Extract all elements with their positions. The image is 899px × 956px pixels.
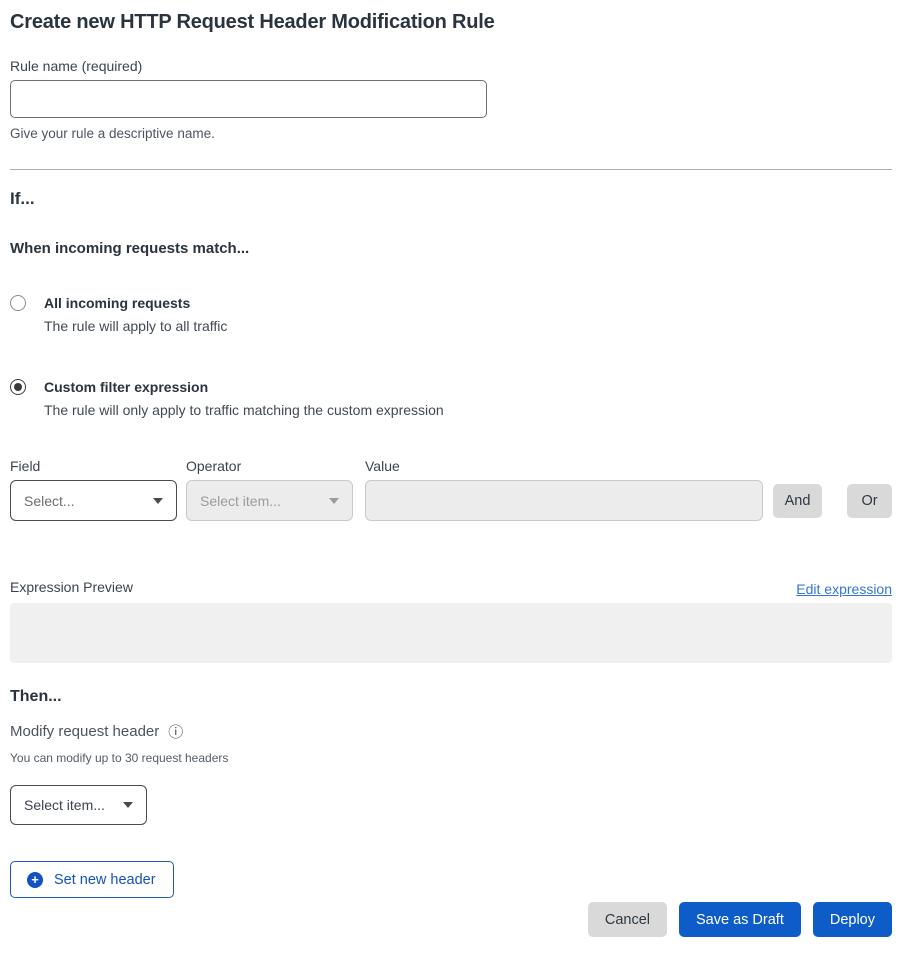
chevron-down-icon bbox=[153, 498, 163, 504]
expression-builder-row: Select... Select item... And Or bbox=[10, 480, 892, 521]
modify-header-help: You can modify up to 30 request headers bbox=[10, 751, 892, 766]
match-subheading: When incoming requests match... bbox=[10, 238, 892, 260]
chevron-down-icon bbox=[123, 802, 133, 808]
radio-button-icon[interactable] bbox=[10, 295, 26, 311]
set-new-header-button[interactable]: + Set new header bbox=[10, 861, 174, 898]
info-icon[interactable]: ⓘ bbox=[168, 725, 183, 740]
operator-select[interactable]: Select item... bbox=[186, 480, 353, 521]
form-footer: Cancel Save as Draft Deploy bbox=[10, 902, 892, 937]
header-item-select-value: Select item... bbox=[24, 797, 105, 813]
edit-expression-link[interactable]: Edit expression bbox=[796, 581, 892, 597]
radio-button-icon[interactable] bbox=[10, 379, 26, 395]
plus-circle-icon: + bbox=[27, 872, 43, 888]
option-label: Custom filter expression bbox=[44, 376, 444, 398]
or-button[interactable]: Or bbox=[847, 484, 892, 518]
option-label: All incoming requests bbox=[44, 292, 227, 314]
and-button[interactable]: And bbox=[773, 484, 822, 518]
section-divider bbox=[10, 169, 892, 170]
operator-label: Operator bbox=[186, 456, 365, 476]
operator-select-value: Select item... bbox=[200, 493, 281, 509]
value-label: Value bbox=[365, 456, 892, 476]
rule-name-input[interactable] bbox=[10, 80, 487, 118]
rule-name-label: Rule name (required) bbox=[10, 56, 892, 76]
deploy-button[interactable]: Deploy bbox=[813, 902, 892, 937]
field-label: Field bbox=[10, 456, 186, 476]
create-rule-form: Create new HTTP Request Header Modificat… bbox=[0, 0, 899, 937]
option-text: All incoming requests The rule will appl… bbox=[44, 292, 227, 338]
then-section-heading: Then... bbox=[10, 685, 892, 709]
header-item-select[interactable]: Select item... bbox=[10, 785, 147, 825]
modify-header-row: Modify request header ⓘ bbox=[10, 721, 892, 743]
option-all-incoming-requests[interactable]: All incoming requests The rule will appl… bbox=[10, 292, 892, 338]
save-as-draft-button[interactable]: Save as Draft bbox=[679, 902, 801, 937]
option-custom-filter-expression[interactable]: Custom filter expression The rule will o… bbox=[10, 376, 892, 422]
rule-name-help: Give your rule a descriptive name. bbox=[10, 124, 892, 144]
cancel-button[interactable]: Cancel bbox=[588, 902, 667, 937]
expression-preview-label: Expression Preview bbox=[10, 577, 133, 597]
option-text: Custom filter expression The rule will o… bbox=[44, 376, 444, 422]
option-description: The rule will only apply to traffic matc… bbox=[44, 398, 444, 422]
page-title: Create new HTTP Request Header Modificat… bbox=[10, 8, 892, 36]
set-new-header-label: Set new header bbox=[54, 872, 156, 888]
modify-request-header-label: Modify request header bbox=[10, 721, 159, 743]
field-select[interactable]: Select... bbox=[10, 480, 177, 521]
option-description: The rule will apply to all traffic bbox=[44, 314, 227, 338]
expression-preview-header: Expression Preview Edit expression bbox=[10, 577, 892, 597]
field-select-value: Select... bbox=[24, 493, 75, 509]
if-section-heading: If... bbox=[10, 186, 892, 212]
expression-preview-box bbox=[10, 603, 892, 663]
expression-builder-labels: Field Operator Value bbox=[10, 456, 892, 476]
value-input[interactable] bbox=[365, 480, 763, 521]
chevron-down-icon bbox=[329, 498, 339, 504]
